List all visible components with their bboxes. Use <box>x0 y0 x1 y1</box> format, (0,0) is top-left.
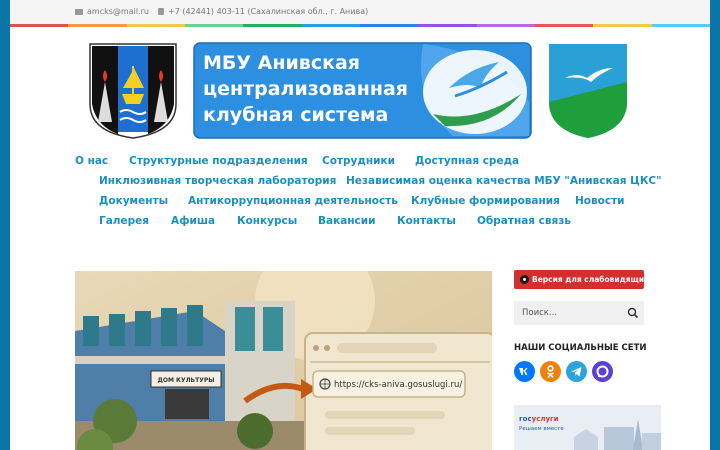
gosuslugi-banner[interactable]: госуслуги Решаем вместе <box>514 405 661 450</box>
accessibility-version-button[interactable]: Версия для слабовидящих <box>514 270 649 289</box>
stripe-segment <box>359 24 419 27</box>
nav-link[interactable]: Структурные подразделения <box>129 155 308 167</box>
banner-line-1: МБУ Анивская <box>203 52 360 74</box>
max-messenger-icon-glyph <box>596 365 609 378</box>
page: amcks@mail.ru +7 (42441) 403-11 (Сахалин… <box>10 0 710 450</box>
odnoklassniki-icon-glyph <box>547 365 554 378</box>
nav-link[interactable]: Контакты <box>397 215 456 227</box>
nav-link[interactable]: Конкурсы <box>237 215 297 227</box>
stripe-segment <box>10 24 69 27</box>
aniva-coat-of-arms-logo[interactable] <box>547 42 629 139</box>
vk-icon-glyph <box>519 368 528 375</box>
gosuslugi-brand: госуслуги <box>519 415 559 423</box>
nav-link[interactable]: Сотрудники <box>322 155 395 167</box>
nav-link[interactable]: Вакансии <box>318 215 376 227</box>
telegram-icon[interactable] <box>566 361 587 382</box>
social-networks-title: НАШИ СОЦИАЛЬНЫЕ СЕТИ <box>514 343 647 353</box>
stripe-segment <box>243 24 302 27</box>
building-sign: ДОМ КУЛЬТУРЫ <box>158 377 215 384</box>
stripe-segment <box>68 24 127 27</box>
stripe-segment <box>476 24 535 27</box>
stripe-segment <box>534 24 594 27</box>
gosuslugi-tagline: Решаем вместе <box>519 426 564 432</box>
nav-link[interactable]: Новости <box>575 195 625 207</box>
email-text: amcks@mail.ru <box>87 7 149 16</box>
email-link[interactable]: amcks@mail.ru <box>75 7 149 16</box>
stripe-segment <box>651 24 710 27</box>
nav-link[interactable]: Афиша <box>171 215 215 227</box>
nav-link[interactable]: Независимая оценка качества МБУ "Анивска… <box>346 175 662 187</box>
stripe-segment <box>301 24 360 27</box>
search-icon <box>627 307 639 319</box>
search-form <box>514 301 644 325</box>
stripe-segment <box>184 24 244 27</box>
envelope-icon <box>75 8 83 15</box>
nav-link[interactable]: Инклюзивная творческая лаборатория <box>99 175 336 187</box>
banner-line-2: централизованная <box>203 78 408 100</box>
telegram-icon-glyph <box>571 367 582 377</box>
top-info-bar: amcks@mail.ru +7 (42441) 403-11 (Сахалин… <box>10 0 710 24</box>
stripe-segment <box>593 24 652 27</box>
odnoklassniki-icon[interactable] <box>540 361 561 382</box>
nav-link[interactable]: Клубные формирования <box>411 195 560 207</box>
nav-link[interactable]: Документы <box>99 195 168 207</box>
phone-text: +7 (42441) 403-11 (Сахалинская обл., г. … <box>168 7 369 16</box>
banner-line-3: клубная система <box>203 104 388 126</box>
eye-icon <box>520 275 529 284</box>
color-stripe <box>10 24 710 27</box>
search-button[interactable] <box>622 301 644 325</box>
stripe-segment <box>126 24 185 27</box>
hero-image[interactable]: ДОМ КУЛЬТУРЫ https://cks-aniva.gosuslugi… <box>75 271 492 450</box>
nav-link[interactable]: Галерея <box>99 215 149 227</box>
nav-link[interactable]: О нас <box>75 155 108 167</box>
nav-link[interactable]: Обратная связь <box>477 215 571 227</box>
max-messenger-icon[interactable] <box>592 361 613 382</box>
stripe-segment <box>418 24 477 27</box>
vk-icon[interactable] <box>514 361 535 382</box>
accessibility-version-label: Версия для слабовидящих <box>532 275 649 284</box>
sakhalin-coat-of-arms-logo[interactable] <box>88 42 178 139</box>
search-input[interactable] <box>514 301 624 325</box>
nav-link[interactable]: Антикоррупционная деятельность <box>188 195 398 207</box>
nav-link[interactable]: Доступная среда <box>415 155 519 167</box>
phone-icon <box>158 8 164 15</box>
phone-address: +7 (42441) 403-11 (Сахалинская обл., г. … <box>158 7 368 16</box>
hero-url: https://cks-aniva.gosuslugi.ru/ <box>334 380 462 390</box>
site-banner-logo[interactable]: МБУ Анивская централизованная клубная си… <box>193 42 532 139</box>
